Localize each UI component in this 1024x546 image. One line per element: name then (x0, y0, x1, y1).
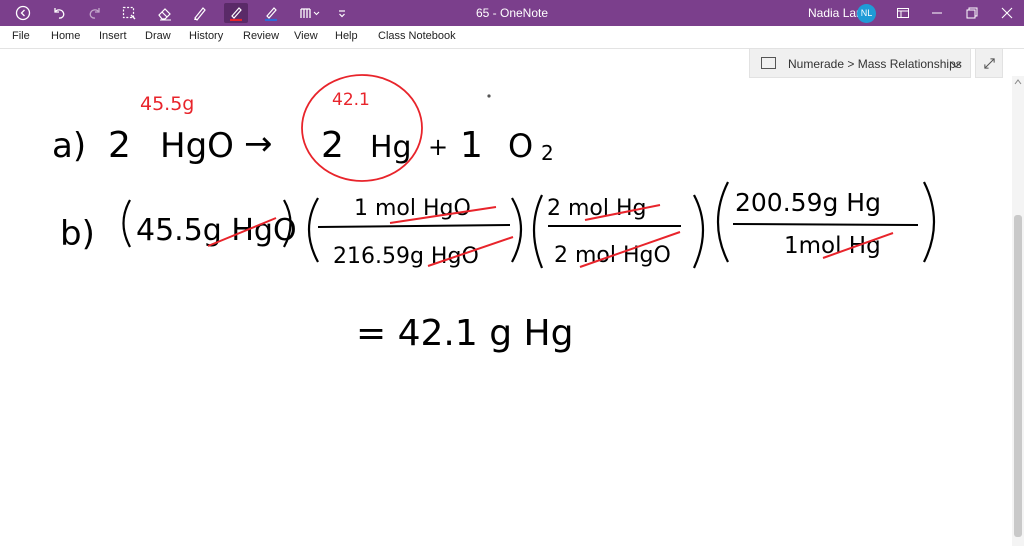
factor3-numerator: 200.59g Hg (735, 188, 881, 217)
factor3-open-paren (716, 181, 729, 263)
hg-coefficient: 2 (321, 125, 344, 166)
hgo-coefficient: 2 (108, 125, 131, 166)
factor1-numerator: 1 mol HgO (354, 196, 471, 221)
factor1-close-paren (511, 197, 522, 263)
oxygen-symbol: O (508, 127, 533, 165)
hgo-reactant: HgO (160, 126, 234, 166)
stray-dot (487, 94, 491, 98)
note-canvas[interactable]: a) 2 HgO → 2 Hg + 1 O 2 45.5g 42.1 b) 45… (0, 0, 1012, 546)
hgo-mass-label: 45.5g (140, 93, 194, 115)
factor3-bar (732, 223, 919, 226)
factor2-close-paren (693, 194, 704, 269)
plus-sign: + (428, 133, 448, 161)
factor1-open-paren (308, 197, 319, 263)
reaction-arrow: → (244, 124, 273, 164)
open-paren (122, 199, 131, 248)
o2-coefficient: 1 (460, 125, 483, 166)
hg-mass-label: 42.1 (332, 90, 370, 110)
scroll-up-icon[interactable] (1014, 78, 1022, 86)
factor3-close-paren (923, 181, 936, 263)
part-b-label: b) (60, 214, 95, 254)
oxygen-subscript: 2 (541, 141, 554, 165)
factor2-open-paren (532, 194, 544, 269)
part-a-label: a) (52, 126, 86, 166)
result-line: = 42.1 g Hg (356, 313, 573, 354)
scrollbar-thumb[interactable] (1014, 215, 1022, 537)
line-b: b) 45.5g HgO 1 mol HgO 216.59g HgO 2 mol… (60, 181, 936, 269)
hg-product: Hg (370, 130, 412, 165)
factor1-bar (317, 224, 511, 228)
result: = 42.1 g Hg (356, 313, 573, 354)
